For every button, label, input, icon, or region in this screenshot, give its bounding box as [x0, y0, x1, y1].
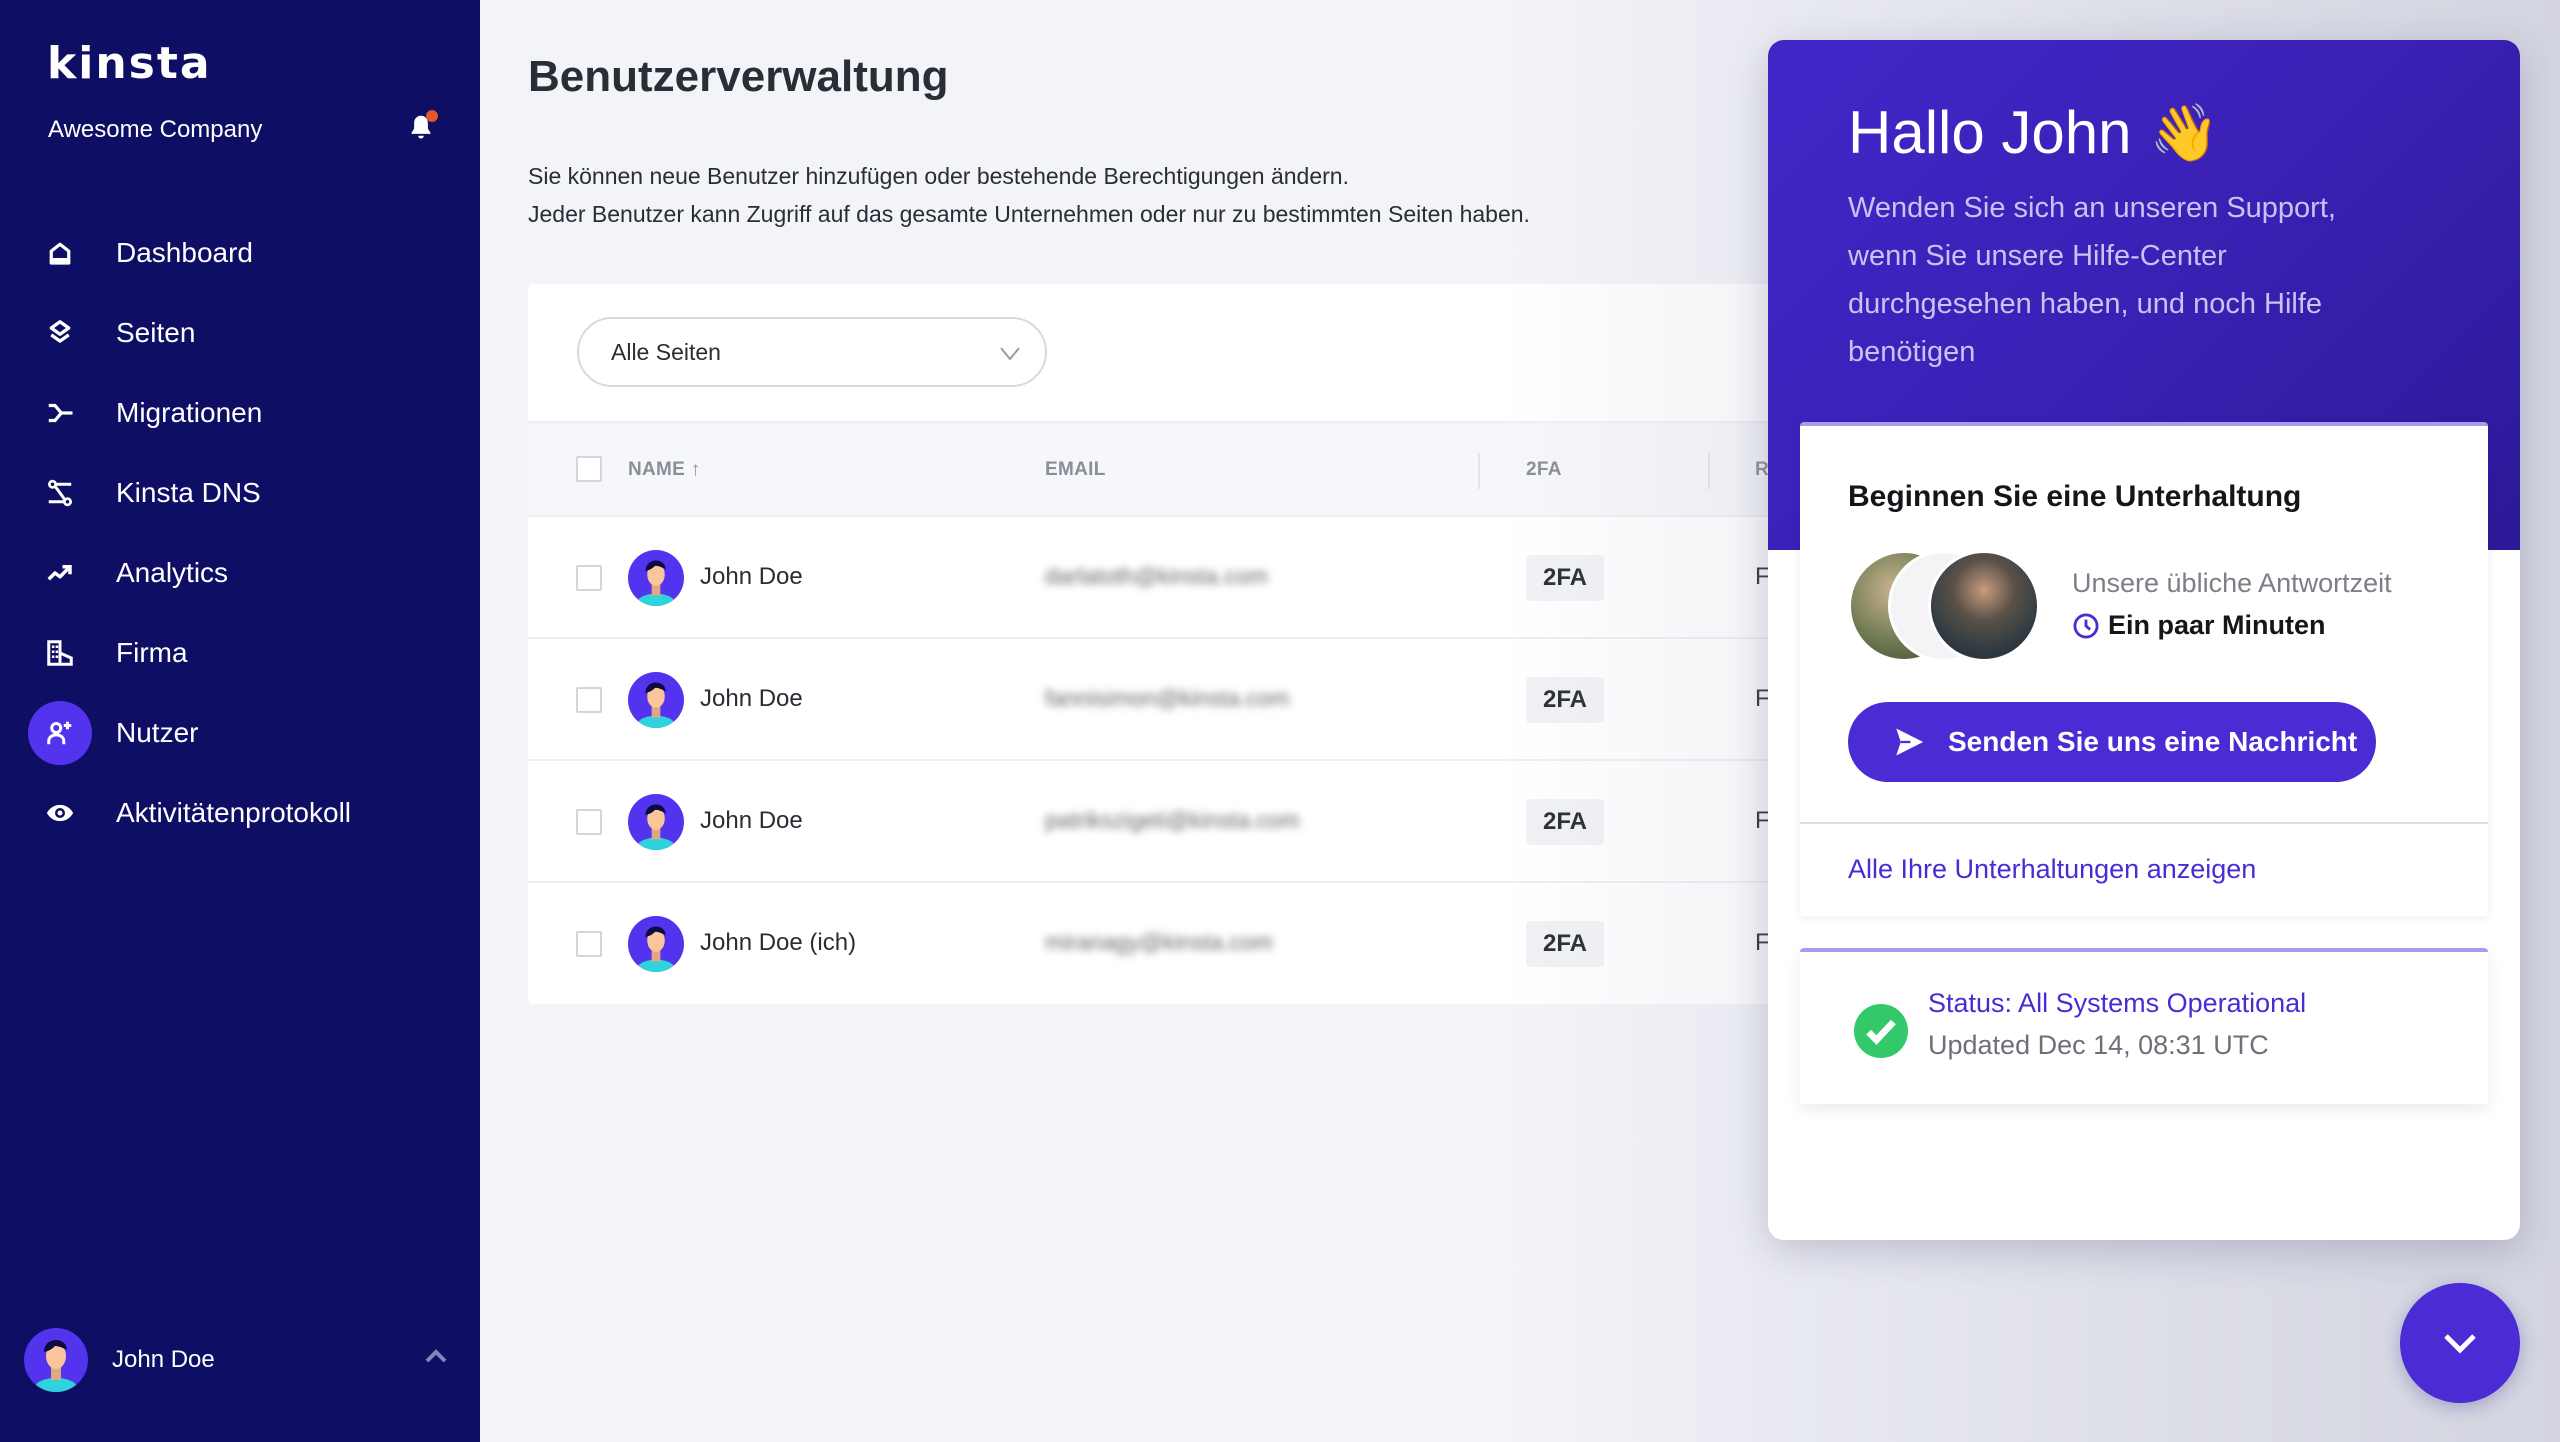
user-email: darlatoth@kinsta.com — [1045, 563, 1268, 589]
check-circle-icon — [1854, 1004, 1908, 1058]
building-icon — [28, 621, 92, 685]
page-title: Benutzerverwaltung — [528, 52, 949, 101]
sidebar-item-kinsta-dns[interactable]: Kinsta DNS — [0, 453, 480, 533]
response-time-text: Ein paar Minuten — [2108, 610, 2326, 640]
chat-greeting: Hallo John 👋 — [1848, 98, 2219, 167]
eye-icon — [28, 781, 92, 845]
clock-icon — [2073, 613, 2099, 638]
table-header: NAME ↑ EMAIL 2FA R — [528, 421, 1828, 517]
user-name: John Doe — [700, 685, 803, 712]
select-all-checkbox[interactable] — [576, 456, 602, 482]
user-email: fannisimon@kinsta.com — [1045, 685, 1290, 711]
divider — [1800, 822, 2488, 824]
row-checkbox[interactable] — [576, 809, 602, 835]
row-checkbox[interactable] — [576, 931, 602, 957]
migration-icon — [28, 381, 92, 445]
response-time-value: Ein paar Minuten — [2072, 610, 2326, 641]
column-divider — [1478, 453, 1480, 489]
page-description-line: Sie können neue Benutzer hinzufügen oder… — [528, 163, 1349, 189]
column-divider — [1708, 453, 1710, 489]
sidebar-item-label: Analytics — [116, 557, 229, 588]
system-status-card[interactable]: Status: All Systems Operational Updated … — [1800, 948, 2488, 1104]
agent-avatar — [1928, 550, 2040, 662]
2fa-badge: 2FA — [1526, 555, 1604, 601]
avatar — [628, 916, 684, 972]
status-title: Status: All Systems Operational — [1928, 988, 2307, 1018]
notification-dot — [426, 110, 438, 122]
2fa-badge: 2FA — [1526, 677, 1604, 723]
company-name[interactable]: Awesome Company — [48, 116, 262, 144]
2fa-badge: 2FA — [1526, 921, 1604, 967]
avatar — [24, 1328, 88, 1392]
send-message-label: Senden Sie uns eine Nachricht — [1948, 726, 2358, 757]
sidebar-item-label: Aktivitätenprotokoll — [116, 797, 352, 828]
chat-subtitle: Wenden Sie sich an unseren Support, wenn… — [1848, 192, 2336, 368]
sidebar-item-aktivitaetenprotokoll[interactable]: Aktivitätenprotokoll — [0, 773, 480, 853]
column-header-2fa[interactable]: 2FA — [1526, 459, 1562, 481]
kinsta-logo[interactable]: kinsta — [47, 42, 212, 86]
status-updated: Updated Dec 14, 08:31 UTC — [1928, 1030, 2269, 1060]
table-row[interactable]: John Doe fannisimon@kinsta.com 2FA F — [528, 639, 1828, 761]
support-agents-avatars — [1848, 550, 2048, 664]
sidebar-nav: Dashboard Seiten Migrationen Kinsta DNS … — [0, 213, 480, 853]
chevron-down-icon — [2444, 1334, 2476, 1354]
sidebar-item-label: Dashboard — [116, 237, 253, 268]
layers-icon — [28, 301, 92, 365]
sidebar-item-seiten[interactable]: Seiten — [0, 293, 480, 373]
column-header-email[interactable]: EMAIL — [1045, 459, 1106, 481]
sidebar-item-dashboard[interactable]: Dashboard — [0, 213, 480, 293]
table-row[interactable]: John Doe darlatoth@kinsta.com 2FA F — [528, 517, 1828, 639]
sidebar-item-label: Seiten — [116, 317, 196, 348]
column-header-role[interactable]: R — [1755, 459, 1769, 481]
user-name: John Doe (ich) — [700, 929, 857, 956]
user-email: patrikszigeti@kinsta.com — [1045, 807, 1300, 833]
trend-icon — [28, 541, 92, 605]
response-time-label: Unsere übliche Antwortzeit — [2072, 568, 2392, 598]
send-icon — [1896, 728, 1924, 756]
sidebar-item-label: Firma — [116, 637, 188, 668]
user-menu[interactable]: John Doe — [0, 1320, 480, 1400]
row-checkbox[interactable] — [576, 565, 602, 591]
sidebar-item-firma[interactable]: Firma — [0, 613, 480, 693]
users-card: Alle Seiten NAME ↑ EMAIL 2FA R John Doe … — [528, 284, 1828, 1004]
row-checkbox[interactable] — [576, 687, 602, 713]
user-email: miranagy@kinsta.com — [1045, 929, 1273, 955]
sidebar: kinsta Awesome Company Dashboard Seiten … — [0, 0, 480, 1442]
avatar — [628, 550, 684, 606]
chat-toggle-button[interactable] — [2400, 1283, 2520, 1403]
avatar — [628, 794, 684, 850]
chevron-up-icon[interactable] — [424, 1348, 448, 1364]
table-row[interactable]: John Doe patrikszigeti@kinsta.com 2FA F — [528, 761, 1828, 883]
sidebar-item-nutzer[interactable]: Nutzer — [0, 693, 480, 773]
conversation-title: Beginnen Sie eine Unterhaltung — [1848, 480, 2302, 513]
user-name: John Doe — [112, 1346, 215, 1373]
start-conversation-card: Beginnen Sie eine Unterhaltung Unsere üb… — [1800, 422, 2488, 916]
sidebar-item-label: Kinsta DNS — [116, 477, 261, 508]
table-row[interactable]: John Doe (ich) miranagy@kinsta.com 2FA F — [528, 883, 1828, 1004]
support-chat-panel: Hallo John 👋 Wenden Sie sich an unseren … — [1768, 40, 2520, 1240]
sidebar-item-migrationen[interactable]: Migrationen — [0, 373, 480, 453]
column-header-name[interactable]: NAME ↑ — [628, 459, 701, 481]
user-name: John Doe — [700, 563, 803, 590]
greeting-text: Hallo John — [1848, 99, 2132, 166]
chevron-down-icon — [1000, 347, 1020, 361]
site-filter-select[interactable]: Alle Seiten — [577, 317, 1047, 387]
send-message-button[interactable]: Senden Sie uns eine Nachricht — [1848, 702, 2376, 782]
sidebar-item-analytics[interactable]: Analytics — [0, 533, 480, 613]
avatar — [628, 672, 684, 728]
site-filter-value: Alle Seiten — [611, 339, 721, 365]
dns-icon — [28, 461, 92, 525]
user-add-icon — [28, 701, 92, 765]
all-conversations-link[interactable]: Alle Ihre Unterhaltungen anzeigen — [1848, 854, 2256, 885]
home-icon — [28, 221, 92, 285]
page-description-line: Jeder Benutzer kann Zugriff auf das gesa… — [528, 201, 1530, 227]
sidebar-item-label: Migrationen — [116, 397, 263, 428]
user-name: John Doe — [700, 807, 803, 834]
sidebar-item-label: Nutzer — [116, 717, 199, 748]
2fa-badge: 2FA — [1526, 799, 1604, 845]
waving-hand-icon: 👋 — [2149, 100, 2220, 164]
